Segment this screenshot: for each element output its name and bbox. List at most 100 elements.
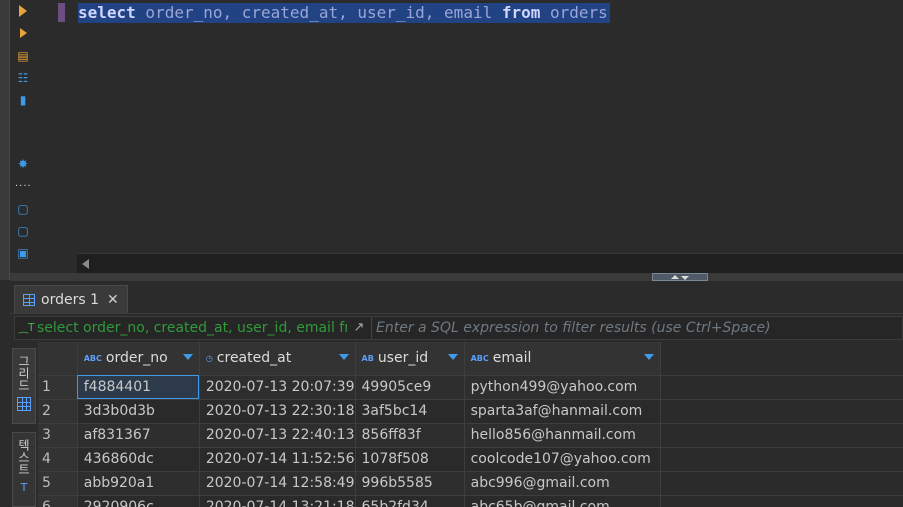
empty-header-area	[660, 342, 903, 376]
export-file-icon[interactable]: ▢	[15, 202, 31, 216]
sql-query-icon: ⁔T	[19, 321, 35, 334]
table-cell[interactable]: coolcode107@yahoo.com	[464, 447, 662, 472]
text-view-icon: T	[20, 481, 28, 494]
column-header-email[interactable]: ABC email	[464, 342, 662, 376]
filter-expression-input[interactable]	[371, 317, 902, 339]
editor-horizontal-scrollbar[interactable]	[77, 253, 903, 273]
execute-script-icon[interactable]: ▤	[15, 49, 31, 63]
results-tab-bar: orders 1 ✕	[10, 281, 903, 314]
table-cell[interactable]: python499@yahoo.com	[464, 375, 662, 400]
table-cell[interactable]: 436860dc	[77, 447, 200, 472]
empty-cell	[660, 447, 903, 472]
column-header-created-at[interactable]: ◷ created_at	[199, 342, 356, 376]
column-header-label: created_at	[216, 350, 292, 367]
sql-columns: order_no, created_at, user_id, email	[135, 3, 502, 22]
table-cell[interactable]: sparta3af@hanmail.com	[464, 399, 662, 424]
table-cell[interactable]: 49905ce9	[355, 375, 465, 400]
results-table: ABC order_no ◷ created_at AB user_id ABC ema…	[38, 342, 903, 507]
table-cell[interactable]: 3af5bc14	[355, 399, 465, 424]
sql-keyword: select	[78, 3, 136, 22]
sql-editor[interactable]: select order_no, created_at, user_id, em…	[40, 0, 903, 253]
side-tab-text-label: 텍스트	[16, 439, 31, 475]
table-cell[interactable]: abc996@gmail.com	[464, 471, 662, 496]
table-cell[interactable]: abb920a1	[77, 471, 200, 496]
table-cell[interactable]: 996b5585	[355, 471, 465, 496]
table-cell[interactable]: 2920906c	[77, 495, 200, 507]
table-row[interactable]: 2 3d3b0d3b 2020-07-13 22:30:18 3af5bc14 …	[38, 399, 903, 424]
sql-table: orders	[540, 3, 608, 22]
filter-source-query: select order_no, created_at, user_id, em…	[37, 320, 347, 336]
row-number[interactable]: 4	[38, 447, 78, 472]
table-cell[interactable]: 3d3b0d3b	[77, 399, 200, 424]
results-grid[interactable]: ABC order_no ◷ created_at AB user_id ABC ema…	[38, 342, 903, 507]
row-number[interactable]: 5	[38, 471, 78, 496]
side-tab-grid[interactable]: 그리드	[12, 348, 36, 424]
settings-gear-icon[interactable]: ✸	[15, 157, 31, 171]
table-row[interactable]: 3 af831367 2020-07-13 22:40:13 856ff83f …	[38, 423, 903, 448]
row-number[interactable]: 2	[38, 399, 78, 424]
execute-icon[interactable]	[15, 5, 31, 19]
table-row[interactable]: 1 f4884401 2020-07-13 20:07:39 49905ce9 …	[38, 375, 903, 400]
more-dots-icon[interactable]: ····	[15, 178, 31, 192]
row-number[interactable]: 3	[38, 423, 78, 448]
splitter-toggle-handle[interactable]	[652, 273, 708, 281]
sort-dropdown-icon[interactable]	[338, 354, 349, 360]
sql-keyword: from	[501, 3, 541, 22]
load-file-icon[interactable]: ▣	[15, 246, 31, 260]
row-number[interactable]: 1	[38, 375, 78, 400]
result-view-side-tabs: 그리드 텍스트 T	[10, 342, 38, 507]
side-tab-text[interactable]: 텍스트 T	[12, 432, 36, 507]
key-string-type-icon: AB	[361, 353, 374, 363]
tab-orders-1[interactable]: orders 1 ✕	[14, 285, 128, 313]
table-cell[interactable]: hello856@hanmail.com	[464, 423, 662, 448]
table-cell[interactable]: 2020-07-13 22:30:18	[199, 399, 356, 424]
scroll-left-icon[interactable]	[82, 259, 89, 269]
current-line-marker	[58, 3, 65, 22]
empty-cell	[660, 471, 903, 496]
empty-cell	[660, 423, 903, 448]
string-type-icon: ABC	[83, 353, 102, 363]
table-cell[interactable]: 2020-07-14 11:52:56	[199, 447, 356, 472]
table-cell[interactable]: 1078f508	[355, 447, 465, 472]
close-file-icon[interactable]: ▢	[15, 224, 31, 238]
string-type-icon: ABC	[470, 353, 489, 363]
console-icon[interactable]: ▮	[15, 93, 31, 107]
empty-cell	[660, 399, 903, 424]
execute-new-tab-icon[interactable]	[15, 27, 31, 41]
table-cell[interactable]: abc65b@gmail.com	[464, 495, 662, 507]
table-cell[interactable]: f4884401	[77, 375, 200, 400]
empty-cell	[660, 375, 903, 400]
editor-gutter	[0, 0, 10, 280]
sql-statement[interactable]: select order_no, created_at, user_id, em…	[78, 3, 610, 23]
grid-view-icon	[17, 397, 31, 411]
table-cell[interactable]: 2020-07-14 12:58:49	[199, 471, 356, 496]
table-grid-icon	[23, 293, 35, 306]
table-cell[interactable]: 65b2fd34	[355, 495, 465, 507]
sort-dropdown-icon[interactable]	[644, 354, 655, 360]
sort-dropdown-icon[interactable]	[447, 354, 458, 360]
table-row[interactable]: 6 2920906c 2020-07-14 13:21:18 65b2fd34 …	[38, 495, 903, 507]
column-header-order-no[interactable]: ABC order_no	[77, 342, 200, 376]
column-header-label: user_id	[377, 350, 429, 367]
column-header-label: order_no	[105, 350, 168, 367]
sql-editor-toolbar: ▤ ☷ ▮ ✸ ···· ▢ ▢ ▣	[10, 0, 40, 275]
datetime-type-icon: ◷	[205, 353, 213, 363]
table-row[interactable]: 4 436860dc 2020-07-14 11:52:56 1078f508 …	[38, 447, 903, 472]
close-tab-icon[interactable]: ✕	[107, 292, 119, 308]
table-cell[interactable]: 2020-07-14 13:21:18	[199, 495, 356, 507]
table-cell[interactable]: 2020-07-13 20:07:39	[199, 375, 356, 400]
table-header-row: ABC order_no ◷ created_at AB user_id ABC ema…	[38, 342, 903, 376]
table-cell[interactable]: 2020-07-13 22:40:13	[199, 423, 356, 448]
column-header-label: email	[492, 350, 532, 367]
sort-dropdown-icon[interactable]	[182, 354, 193, 360]
empty-cell	[660, 495, 903, 507]
explain-plan-icon[interactable]: ☷	[15, 71, 31, 85]
expand-icon[interactable]: ↗	[351, 320, 367, 336]
table-cell[interactable]: af831367	[77, 423, 200, 448]
panel-splitter[interactable]	[10, 273, 903, 281]
row-number-header	[38, 342, 78, 376]
table-cell[interactable]: 856ff83f	[355, 423, 465, 448]
row-number[interactable]: 6	[38, 495, 78, 507]
table-row[interactable]: 5 abb920a1 2020-07-14 12:58:49 996b5585 …	[38, 471, 903, 496]
column-header-user-id[interactable]: AB user_id	[355, 342, 465, 376]
